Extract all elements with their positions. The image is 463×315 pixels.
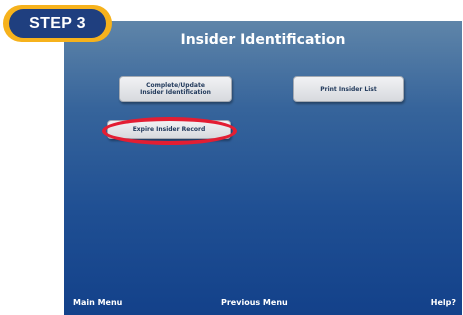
print-insider-list-button[interactable]: Print Insider List	[293, 76, 404, 102]
expire-insider-record-button[interactable]: Expire Insider Record	[107, 120, 231, 139]
step-label: STEP 3	[9, 9, 106, 38]
tutorial-image: Insider Identification Complete/Update I…	[0, 0, 463, 315]
button-label: Complete/Update Insider Identification	[140, 82, 211, 96]
button-label: Expire Insider Record	[132, 126, 206, 133]
button-label-line-2: Insider Identification	[140, 89, 211, 96]
main-menu-link[interactable]: Main Menu	[73, 298, 122, 307]
insider-identification-screen: Insider Identification Complete/Update I…	[64, 21, 462, 315]
screen-title: Insider Identification	[180, 32, 346, 48]
previous-menu-link[interactable]: Previous Menu	[221, 298, 288, 307]
button-label-line-1: Complete/Update	[146, 82, 205, 89]
button-label: Print Insider List	[320, 85, 377, 93]
complete-update-insider-identification-button[interactable]: Complete/Update Insider Identification	[119, 76, 232, 102]
help-link[interactable]: Help?	[431, 298, 456, 307]
step-badge: STEP 3	[3, 5, 112, 42]
